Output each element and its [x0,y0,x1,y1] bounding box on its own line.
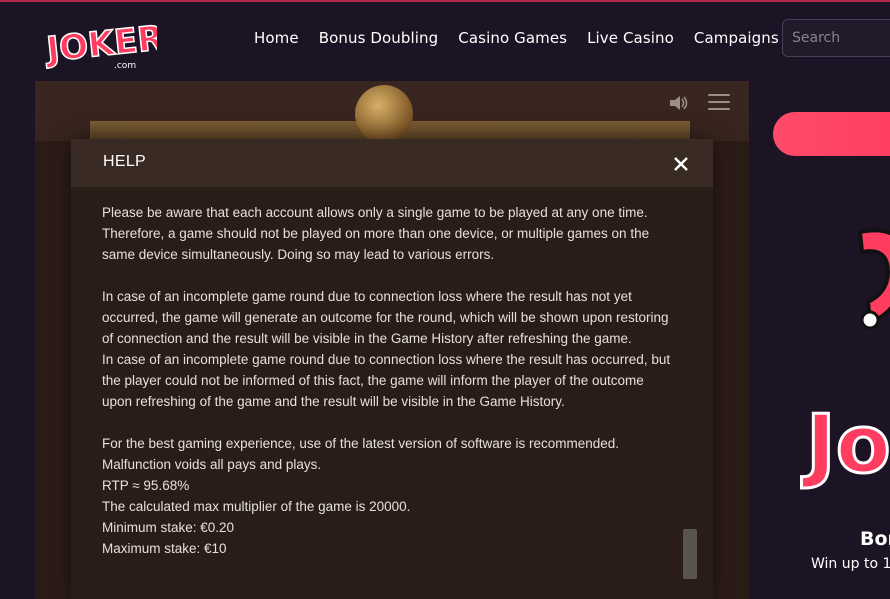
main-nav: Home Bonus Doubling Casino Games Live Ca… [254,29,779,47]
close-icon[interactable] [670,153,692,175]
help-paragraph: In case of an incomplete game round due … [102,352,671,409]
nav-campaigns[interactable]: Campaigns [694,29,779,47]
help-paragraph: For the best gaming experience, use of t… [102,436,620,451]
help-modal-body: Please be aware that each account allows… [102,202,674,559]
nav-home[interactable]: Home [254,29,299,47]
rtp-value: RTP ≈ 95.68% [102,478,190,493]
svg-text:.com: .com [114,61,136,71]
promo-title: Bor [860,528,890,550]
search-input[interactable]: Search [782,19,890,57]
menu-icon[interactable] [708,94,730,112]
svg-text:Jo: Jo [801,398,890,491]
max-multiplier: The calculated max multiplier of the gam… [102,499,411,514]
help-paragraph: Please be aware that each account allows… [102,205,650,262]
minimum-stake: Minimum stake: €0.20 [102,520,235,535]
site-header: JOKERI .com Home Bonus Doubling Casino G… [0,0,890,72]
game-pillar-left [35,141,75,599]
help-paragraph: Malfunction voids all pays and plays. [102,457,322,472]
sound-icon[interactable] [668,94,690,112]
modal-scrollbar[interactable] [683,529,697,579]
help-paragraph: In case of an incomplete game round due … [102,289,669,346]
nav-casino-games[interactable]: Casino Games [458,29,567,47]
game-decor-orb [355,85,413,143]
promo-subtitle: Win up to 10 [811,556,890,572]
game-pillar-right [709,141,749,599]
promo-panel: Jo Bor Win up to 10 [752,72,890,599]
nav-live-casino[interactable]: Live Casino [587,29,674,47]
nav-bonus-doubling[interactable]: Bonus Doubling [319,29,439,47]
jokeri-mascot-art: Jo [800,222,890,522]
jokeri-logo[interactable]: JOKERI .com [42,10,179,72]
help-modal-title: HELP [103,153,146,170]
help-modal: HELP Please be aware that each account a… [71,139,713,599]
promo-cta-button[interactable] [773,112,890,156]
help-modal-header: HELP [71,139,713,187]
maximum-stake: Maximum stake: €10 [102,541,227,556]
svg-text:JOKERI: JOKERI [43,17,157,71]
